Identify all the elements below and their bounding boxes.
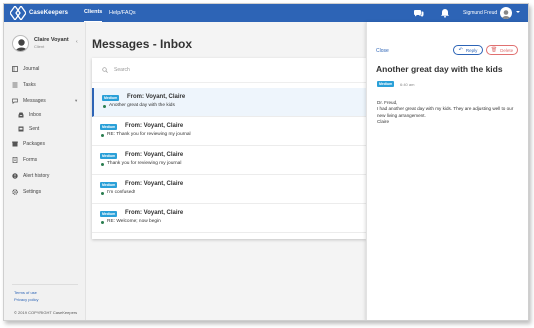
inbox-icon (18, 112, 24, 118)
message-signature: Claire (377, 119, 389, 125)
bell-icon[interactable] (440, 8, 450, 18)
message-subject: Thank you for reviewing my journal (107, 161, 182, 166)
sidebar-item-forms[interactable]: Forms (4, 153, 85, 167)
sidebar-item-label: Forms (23, 157, 38, 163)
search-bar (92, 58, 366, 83)
chevron-left-icon[interactable]: ‹ (76, 39, 78, 45)
casekeepers-logo-icon (10, 6, 26, 20)
message-row[interactable]: Medium From: Voyant, Claire I'm confused… (92, 175, 366, 204)
brand-logo[interactable]: CaseKeepers (10, 6, 68, 20)
brand-name: CaseKeepers (29, 10, 69, 16)
user-name[interactable]: Sigmund Freud (463, 4, 497, 22)
search-icon (102, 67, 108, 73)
priority-badge: Medium (377, 81, 395, 87)
client-profile[interactable]: Claire Voyant Client ‹ (12, 35, 82, 55)
message-from: From: Voyant, Claire (127, 94, 186, 100)
reply-label: Reply (465, 47, 478, 53)
terms-link[interactable]: Terms of use (14, 290, 37, 295)
client-avatar (12, 35, 29, 52)
sidebar-item-journal[interactable]: Journal (4, 62, 85, 76)
privacy-link[interactable]: Privacy policy (14, 297, 38, 302)
list-icon (12, 82, 18, 88)
user-avatar[interactable] (500, 7, 512, 19)
message-subject: RE: Welcome; now begin (107, 219, 161, 224)
top-navbar: CaseKeepers Clients Help/FAQs Sigmund Fr… (4, 4, 528, 22)
message-row[interactable]: Medium From: Voyant, Claire RE: Thank yo… (92, 117, 366, 146)
gear-icon (12, 189, 18, 195)
sidebar-item-tasks[interactable]: Tasks (4, 78, 85, 92)
message-time: 6:40 am (400, 82, 415, 87)
sidebar-item-messages[interactable]: Messages ▾ (4, 94, 85, 108)
page-title: Messages - Inbox (92, 37, 193, 51)
book-icon (12, 66, 18, 72)
priority-badge: Medium (102, 95, 120, 101)
sidebar-item-alert-history[interactable]: Alert history (4, 169, 85, 183)
message-detail-panel: Close ↶ Reply 🗑 Delete Another great day… (366, 22, 528, 320)
sent-icon (18, 126, 24, 132)
message-from: From: Voyant, Claire (125, 181, 184, 187)
user-icon (15, 39, 28, 51)
client-name: Claire Voyant (34, 37, 69, 43)
sidebar-item-label: Inbox (29, 112, 42, 118)
app-window: CaseKeepers Clients Help/FAQs Sigmund Fr… (3, 3, 529, 321)
sidebar-item-inbox[interactable]: Inbox (4, 108, 85, 122)
priority-badge: Medium (100, 124, 118, 130)
nav-help-faqs[interactable]: Help/FAQs (109, 4, 136, 22)
unread-dot-icon (103, 105, 106, 108)
message-subject: RE: Thank you for reviewing my journal (107, 132, 191, 137)
client-role: Client (34, 44, 45, 49)
priority-badge: Medium (100, 182, 118, 188)
close-link[interactable]: Close (376, 48, 389, 54)
delete-button[interactable]: 🗑 Delete (486, 45, 518, 55)
message-list-panel: Medium From: Voyant, Claire Another grea… (92, 58, 366, 239)
priority-badge: Medium (100, 211, 118, 217)
sidebar-item-settings[interactable]: Settings (4, 185, 85, 199)
sidebar-item-label: Alert history (23, 173, 50, 179)
chat-icon[interactable] (414, 8, 424, 18)
search-input[interactable] (114, 67, 314, 73)
delete-label: Delete (500, 47, 514, 53)
unread-dot-icon (101, 134, 104, 137)
message-body: Dr. Freud, I had another great day with … (377, 100, 522, 126)
message-row[interactable]: Medium From: Voyant, Claire Thank you fo… (92, 146, 366, 175)
forms-icon (12, 157, 18, 163)
message-row[interactable]: Medium From: Voyant, Claire Another grea… (92, 88, 366, 117)
priority-badge: Medium (100, 153, 118, 159)
sidebar-item-label: Packages (23, 141, 45, 147)
unread-dot-icon (101, 163, 104, 166)
sidebar-item-packages[interactable]: Packages (4, 137, 85, 151)
copyright: © 2019 COPYRIGHT CaseKeepers (14, 310, 78, 315)
user-menu-caret-icon[interactable] (516, 11, 520, 13)
message-from: From: Voyant, Claire (125, 123, 184, 129)
unread-dot-icon (101, 192, 104, 195)
sidebar-divider (12, 284, 78, 285)
trash-icon: 🗑 (490, 47, 498, 53)
nav-clients[interactable]: Clients (84, 4, 103, 22)
chat-icon (12, 98, 18, 104)
chevron-down-icon: ▾ (75, 98, 78, 103)
sidebar-item-label: Tasks (23, 82, 36, 88)
message-subject: I'm confused! (107, 190, 136, 195)
message-subject: Another great day with the kids (109, 103, 175, 108)
message-from: From: Voyant, Claire (125, 210, 184, 216)
message-paragraph: I had another great day with my kids. Th… (377, 106, 514, 118)
package-icon (12, 141, 18, 147)
user-icon (501, 10, 511, 19)
sidebar-item-label: Settings (23, 189, 42, 195)
sidebar: Claire Voyant Client ‹ Journal Tasks Mes… (4, 22, 86, 320)
sidebar-item-label: Messages (23, 98, 46, 104)
reply-icon: ↶ (458, 47, 463, 53)
sidebar-item-sent[interactable]: Sent (4, 122, 85, 136)
reply-button[interactable]: ↶ Reply (453, 45, 483, 55)
sidebar-item-label: Journal (23, 66, 40, 72)
alert-icon (12, 173, 18, 179)
message-title: Another great day with the kids (376, 64, 503, 74)
message-from: From: Voyant, Claire (125, 152, 184, 158)
sidebar-item-label: Sent (29, 126, 40, 132)
unread-dot-icon (101, 221, 104, 224)
message-row[interactable]: Medium From: Voyant, Claire RE: Welcome;… (92, 204, 366, 233)
